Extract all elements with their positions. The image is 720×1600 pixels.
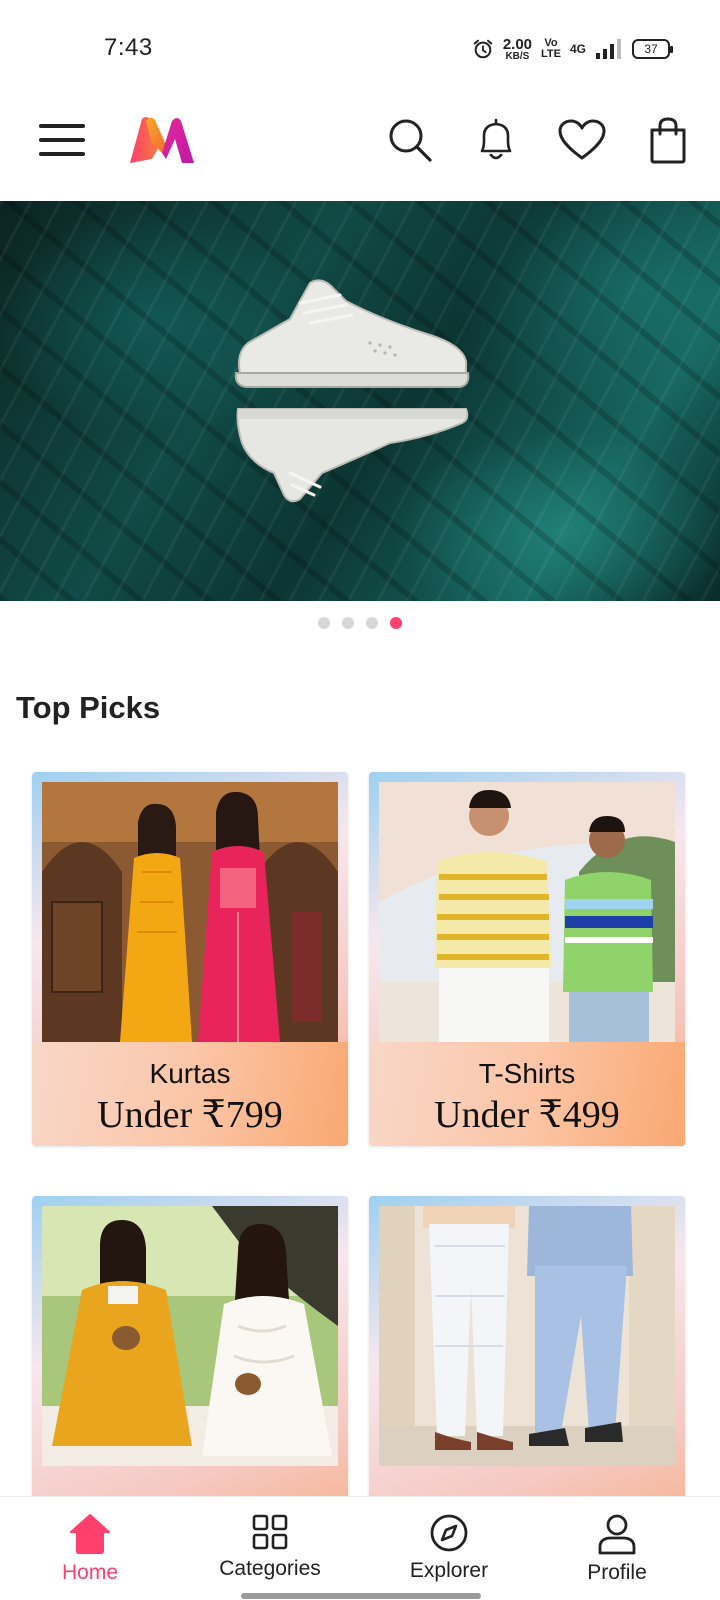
pagination-dot[interactable] [366, 617, 378, 629]
tile-photo [42, 782, 338, 1042]
nav-label: Profile [587, 1561, 647, 1584]
bag-button[interactable] [638, 110, 698, 170]
user-icon [598, 1514, 636, 1555]
product-tile-tshirts[interactable]: T-Shirts Under ₹499 [369, 772, 685, 1146]
trousers-photo [379, 1206, 675, 1466]
pagination-dot[interactable] [342, 617, 354, 629]
hero-banner[interactable] [0, 201, 720, 601]
myntra-logo-icon [130, 117, 194, 163]
search-icon [389, 119, 432, 162]
kurtas-photo [42, 782, 338, 1042]
home-icon [70, 1514, 110, 1554]
nav-explorer[interactable]: Explorer [374, 1513, 524, 1593]
product-tile-kurtas[interactable]: Kurtas Under ₹799 [32, 772, 348, 1146]
tile-photo [379, 1206, 675, 1466]
tile-photo [379, 782, 675, 1042]
nav-label: Categories [219, 1557, 321, 1580]
network-type: 4G [569, 42, 586, 56]
tshirts-photo [379, 782, 675, 1042]
tile-caption: Kurtas Under ₹799 [32, 1042, 348, 1146]
home-indicator[interactable] [241, 1593, 481, 1599]
dresses-photo [42, 1206, 338, 1466]
wishlist-button[interactable] [552, 110, 612, 170]
net-speed-unit: KB/S [505, 50, 530, 62]
section-title-top-picks: Top Picks [16, 690, 161, 725]
app-header [0, 92, 720, 200]
alarm-icon [473, 39, 493, 59]
bottom-navigation: Home Categories Explorer Profile [0, 1496, 720, 1600]
heart-icon [558, 119, 606, 160]
compass-icon [430, 1514, 468, 1552]
volte-bottom: LTE [541, 48, 561, 60]
pagination-dot-active[interactable] [390, 617, 402, 629]
nav-profile[interactable]: Profile [542, 1513, 692, 1593]
banner-pagination [0, 617, 720, 629]
bag-icon [650, 117, 686, 164]
status-bar: 7:43 2.00 KB/S Vo LTE 4G 37 [0, 0, 720, 92]
tile-price: Under ₹799 [97, 1094, 283, 1136]
nav-label: Home [61, 1561, 119, 1584]
pagination-dot[interactable] [318, 617, 330, 629]
menu-button[interactable] [32, 110, 92, 170]
battery-icon: 37 [632, 39, 673, 59]
volte-badge: Vo LTE [541, 38, 561, 60]
notifications-button[interactable] [466, 110, 526, 170]
bell-icon [480, 118, 512, 160]
tile-name: Kurtas [149, 1058, 231, 1089]
net-speed-value: 2.00 [502, 35, 533, 53]
tile-photo [42, 1206, 338, 1466]
battery-level: 37 [644, 42, 658, 56]
nav-categories[interactable]: Categories [195, 1513, 345, 1593]
network-speed: 2.00 KB/S [503, 37, 532, 62]
tile-caption: T-Shirts Under ₹499 [369, 1042, 685, 1146]
status-time: 7:43 [104, 34, 153, 61]
tile-price: Under ₹499 [434, 1094, 620, 1136]
sneaker-image [234, 279, 470, 503]
nav-label: Explorer [409, 1559, 489, 1582]
signal-icon [596, 39, 621, 59]
menu-icon [39, 124, 85, 156]
nav-home[interactable]: Home [15, 1513, 165, 1593]
myntra-logo[interactable] [126, 110, 198, 170]
grid-icon [252, 1514, 288, 1550]
tile-name: T-Shirts [478, 1058, 576, 1089]
search-button[interactable] [380, 110, 440, 170]
status-icons: 2.00 KB/S Vo LTE 4G 37 [472, 34, 673, 64]
